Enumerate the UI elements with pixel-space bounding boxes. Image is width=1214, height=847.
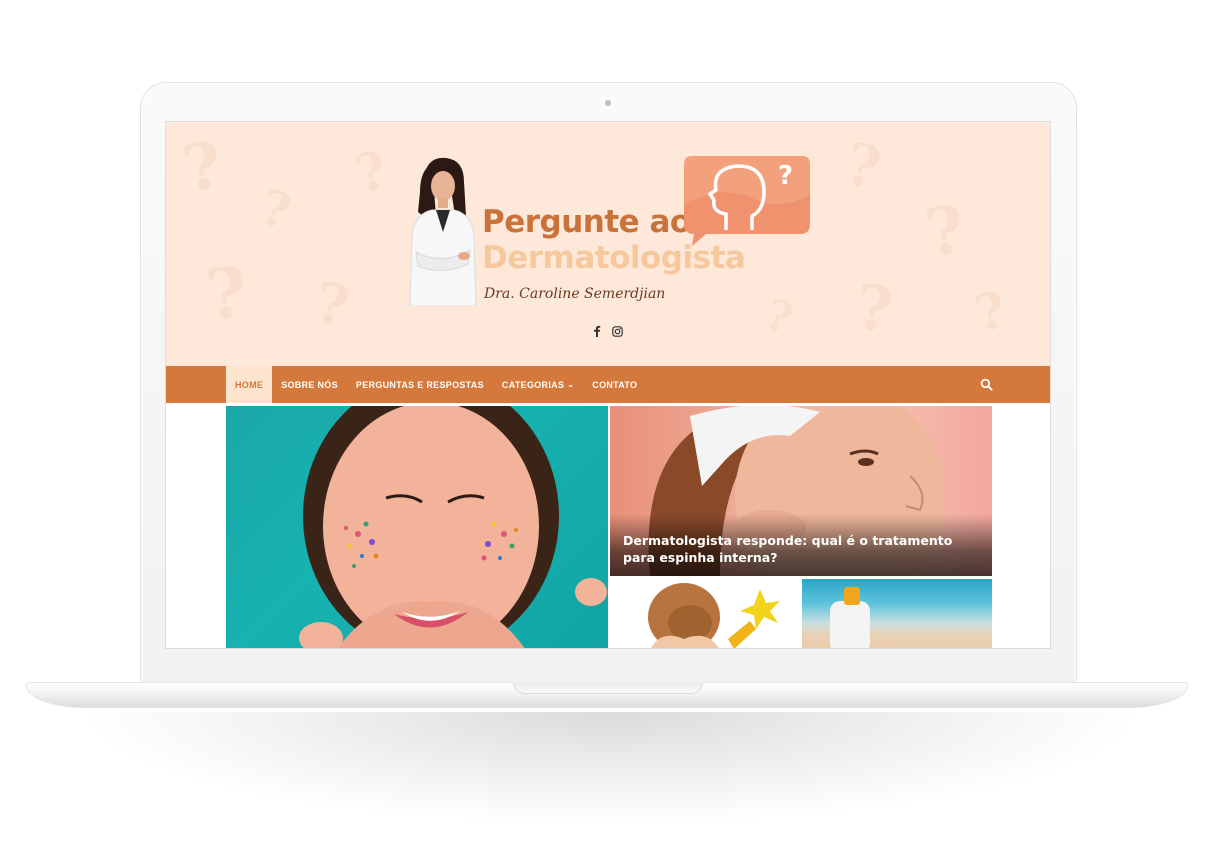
pattern-question-mark: ? [310,269,355,341]
nav-item-sobre-nos[interactable]: SOBRE NÓS [272,366,347,403]
nav-item-categorias[interactable]: CATEGORIAS ⌄ [493,366,583,403]
laptop-screen: ? ? ? ? ? ? ? ? ? ? Pergunte ao Dermatol… [165,121,1051,649]
nav-item-label: HOME [235,379,264,390]
nav-item-label: CATEGORIAS [501,379,565,390]
facebook-icon[interactable] [591,325,603,337]
featured-post-main[interactable] [226,406,608,648]
pattern-question-mark: ? [969,279,1012,344]
webcam-icon [605,100,611,106]
instagram-icon[interactable] [611,325,623,337]
featured-post-right[interactable]: Dermatologista responde: qual é o tratam… [610,406,992,576]
speech-bubble-head-icon: ? [684,156,810,246]
nav-item-label: PERGUNTAS E RESPOSTAS [355,379,484,390]
featured-post-image [830,587,870,648]
nav-item-contato[interactable]: CONTATO [583,366,646,403]
site-header: ? ? ? ? ? ? ? ? ? ? Pergunte ao Dermatol… [166,122,1050,366]
svg-text:?: ? [778,161,793,191]
pattern-question-mark: ? [839,129,887,203]
featured-post-title[interactable]: Dermatologista responde: qual é o tratam… [623,532,978,566]
nav-item-label: SOBRE NÓS [281,379,338,390]
social-links [591,325,623,337]
featured-post-image [299,406,607,648]
pattern-question-mark: ? [852,270,897,347]
site-title-line1[interactable]: Pergunte ao [482,204,691,240]
pattern-question-mark: ? [201,250,252,337]
laptop-shadow [90,712,1130,822]
pattern-question-mark: ? [176,126,229,209]
pattern-question-mark: ? [255,179,297,241]
doctor-photo [409,157,477,306]
laptop-notch [513,682,703,694]
featured-post-small-hair[interactable] [610,579,799,648]
main-navigation: HOME SOBRE NÓS PERGUNTAS E RESPOSTAS CAT… [166,366,1050,403]
nav-item-home[interactable]: HOME [226,366,273,403]
featured-post-small-sunscreen[interactable] [802,579,992,648]
nav-item-label: CONTATO [592,379,638,390]
chevron-down-icon: ⌄ [567,380,575,389]
nav-menu: HOME SOBRE NÓS PERGUNTAS E RESPOSTAS CAT… [226,366,646,403]
nav-item-perguntas-e-respostas[interactable]: PERGUNTAS E RESPOSTAS [347,366,493,403]
search-icon[interactable] [980,378,993,391]
featured-post-image [648,583,780,648]
pattern-question-mark: ? [919,189,972,273]
site-subtitle: Dra. Caroline Semerdjian [484,286,666,302]
pattern-question-mark: ? [348,138,395,207]
pattern-question-mark: ? [758,289,800,346]
